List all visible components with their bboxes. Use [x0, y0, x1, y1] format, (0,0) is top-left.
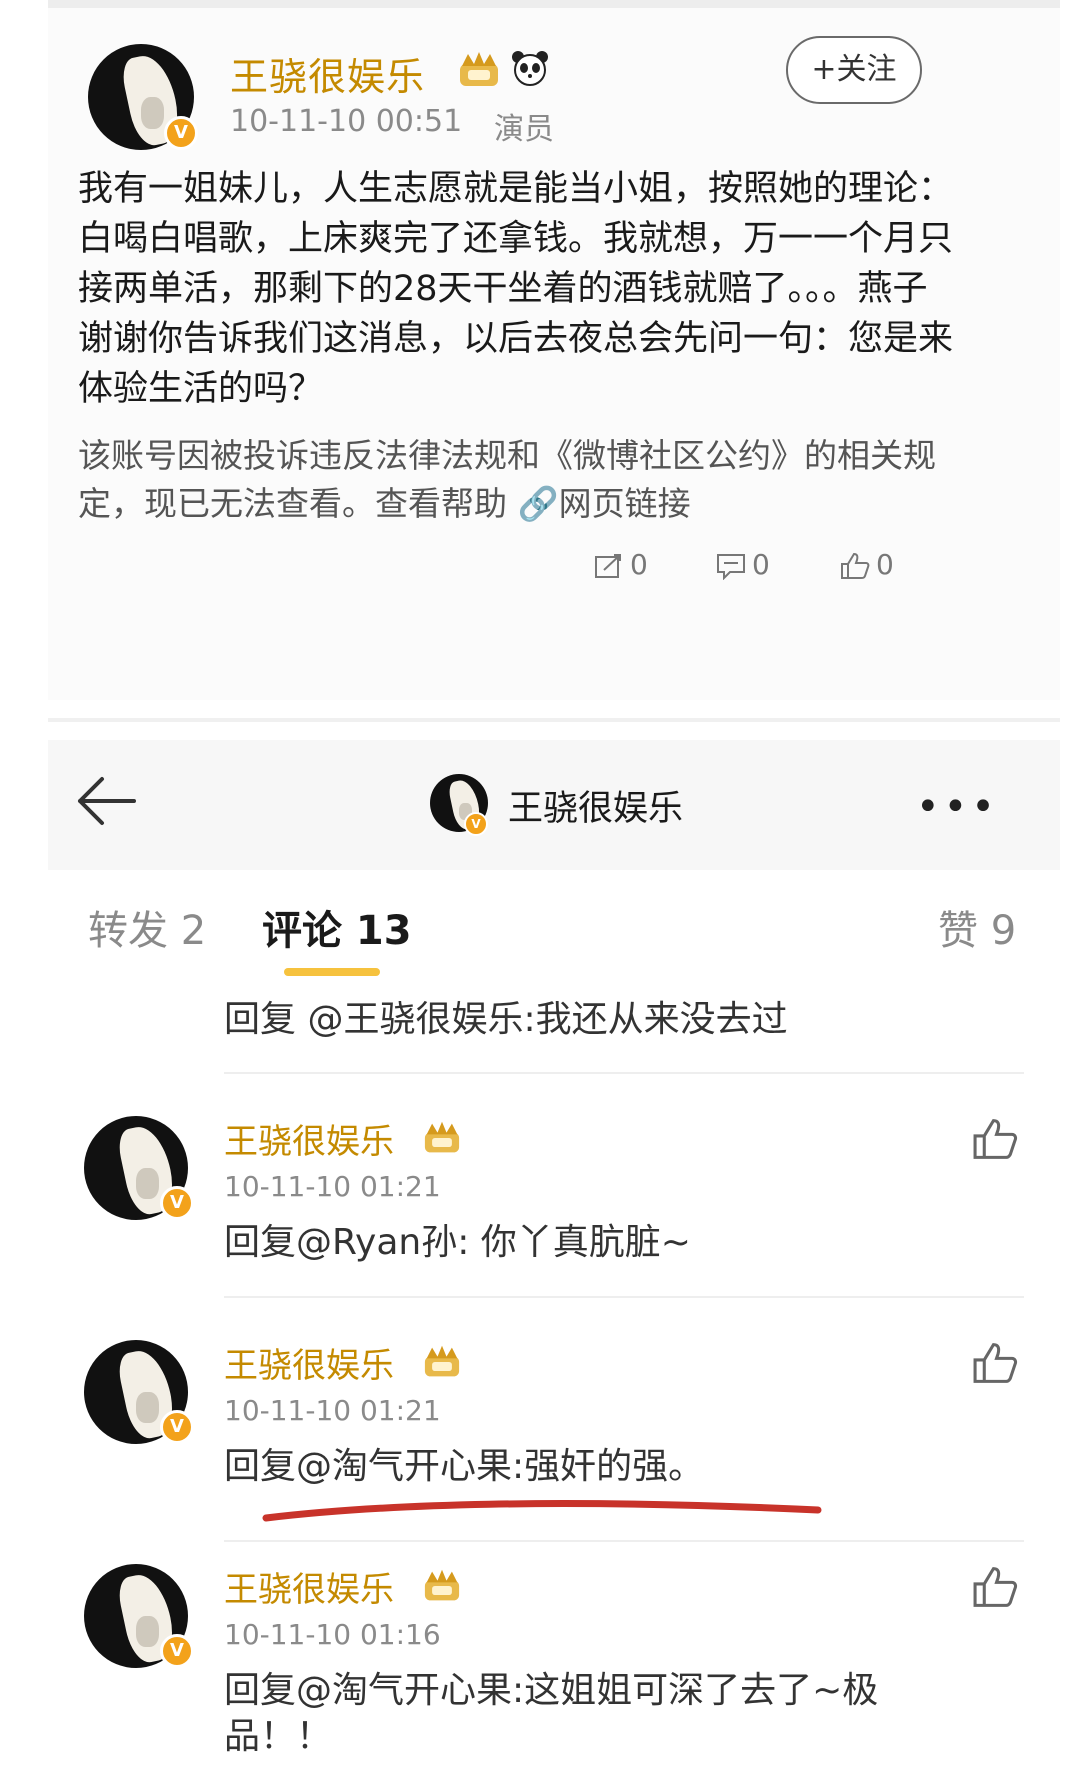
comment-timestamp: 10-11-10 01:21	[224, 1170, 441, 1203]
comment-icon	[717, 554, 745, 581]
comment-item: V 王骁很娱乐 10-11-10 01:21 回复@Ryan孙: 你丫真肮脏~	[48, 1092, 1060, 1292]
repost-icon	[595, 554, 621, 578]
comment-item: V 王骁很娱乐 10-11-10 01:16 回复@淘气开心果:这姐姐可深了去了…	[48, 1540, 1060, 1774]
like-icon	[841, 552, 870, 579]
tab-forward[interactable]: 转发 2	[88, 898, 206, 956]
crown-icon	[424, 1121, 460, 1153]
repost-action[interactable]: 0	[594, 548, 648, 581]
tab-likes[interactable]: 赞 9	[938, 898, 1016, 956]
like-icon[interactable]	[972, 1340, 1018, 1386]
verified-badge-icon: V	[160, 1410, 194, 1444]
comment-count: 0	[752, 548, 770, 581]
top-divider	[48, 0, 1060, 8]
comment-divider	[224, 1072, 1024, 1074]
tab-comments[interactable]: 评论 13	[262, 898, 412, 956]
crown-icon	[460, 52, 498, 86]
more-icon[interactable]: •••	[916, 784, 999, 830]
verified-badge-icon: V	[164, 116, 198, 150]
section-divider	[48, 718, 1060, 722]
post-timestamp: 10-11-10 00:51	[230, 104, 463, 139]
commenter-name[interactable]: 王骁很娱乐	[224, 1338, 394, 1387]
reply-text: 回复 @王骁很娱乐:我还从来没去过	[224, 999, 788, 1040]
comment-item: V 王骁很娱乐 10-11-10 01:21 回复@淘气开心果:强奸的强。	[48, 1316, 1060, 1516]
like-action[interactable]: 0	[840, 548, 894, 581]
back-arrow-icon[interactable]	[74, 774, 138, 828]
like-count: 0	[876, 548, 894, 581]
link-icon: 🔗	[517, 484, 559, 523]
comment-action[interactable]: 0	[716, 548, 770, 581]
comment-divider	[224, 1296, 1024, 1298]
comment-text: 回复@淘气开心果:这姐姐可深了去了~极品！！	[224, 1670, 879, 1757]
commenter-name[interactable]: 王骁很娱乐	[224, 1114, 394, 1163]
panda-icon	[512, 51, 548, 86]
crown-icon	[424, 1569, 460, 1601]
verified-badge-icon: V	[160, 1186, 194, 1220]
post-tabs: 转发 2 评论 13 赞 9	[48, 880, 1060, 976]
comment-text: 回复@Ryan孙: 你丫真肮脏~	[224, 1222, 691, 1263]
detail-navbar: V 王骁很娱乐 •••	[48, 740, 1060, 870]
post-author-role: 演员	[494, 112, 554, 147]
follow-button[interactable]: +关注	[786, 36, 922, 104]
post-author-name[interactable]: 王骁很娱乐	[230, 46, 425, 101]
like-icon[interactable]	[972, 1116, 1018, 1162]
comment-timestamp: 10-11-10 01:16	[224, 1618, 441, 1651]
commenter-name[interactable]: 王骁很娱乐	[224, 1562, 394, 1611]
navbar-title: 王骁很娱乐	[508, 789, 684, 829]
comment-text: 回复@淘气开心果:强奸的强。	[224, 1446, 705, 1487]
like-icon[interactable]	[972, 1564, 1018, 1610]
comment-timestamp: 10-11-10 01:21	[224, 1394, 441, 1427]
web-link[interactable]: 网页链接	[559, 484, 691, 523]
weibo-post-card: V 王骁很娱乐 10-11-10 00:51 演员 +关注 我有一姐妹儿，人生志…	[48, 0, 1060, 700]
screenshot-page: V 王骁很娱乐 10-11-10 00:51 演员 +关注 我有一姐妹儿，人生志…	[0, 0, 1080, 1774]
repost-count: 0	[630, 548, 648, 581]
active-tab-indicator	[284, 968, 380, 976]
verified-badge-icon: V	[160, 1634, 194, 1668]
post-body-text: 我有一姐妹儿，人生志愿就是能当小姐，按照她的理论：白喝白唱歌，上床爽完了还拿钱。…	[78, 169, 954, 409]
account-restricted-notice: 该账号因被投诉违反法律法规和《微博社区公约》的相关规定，现已无法查看。查看帮助 …	[78, 432, 978, 528]
crown-icon	[424, 1345, 460, 1377]
red-annotation-underline	[262, 1500, 822, 1522]
notice-text: 该账号因被投诉违反法律法规和《微博社区公约》的相关规定，现已无法查看。查看帮助	[78, 436, 936, 523]
verified-badge-icon: V	[464, 812, 488, 836]
